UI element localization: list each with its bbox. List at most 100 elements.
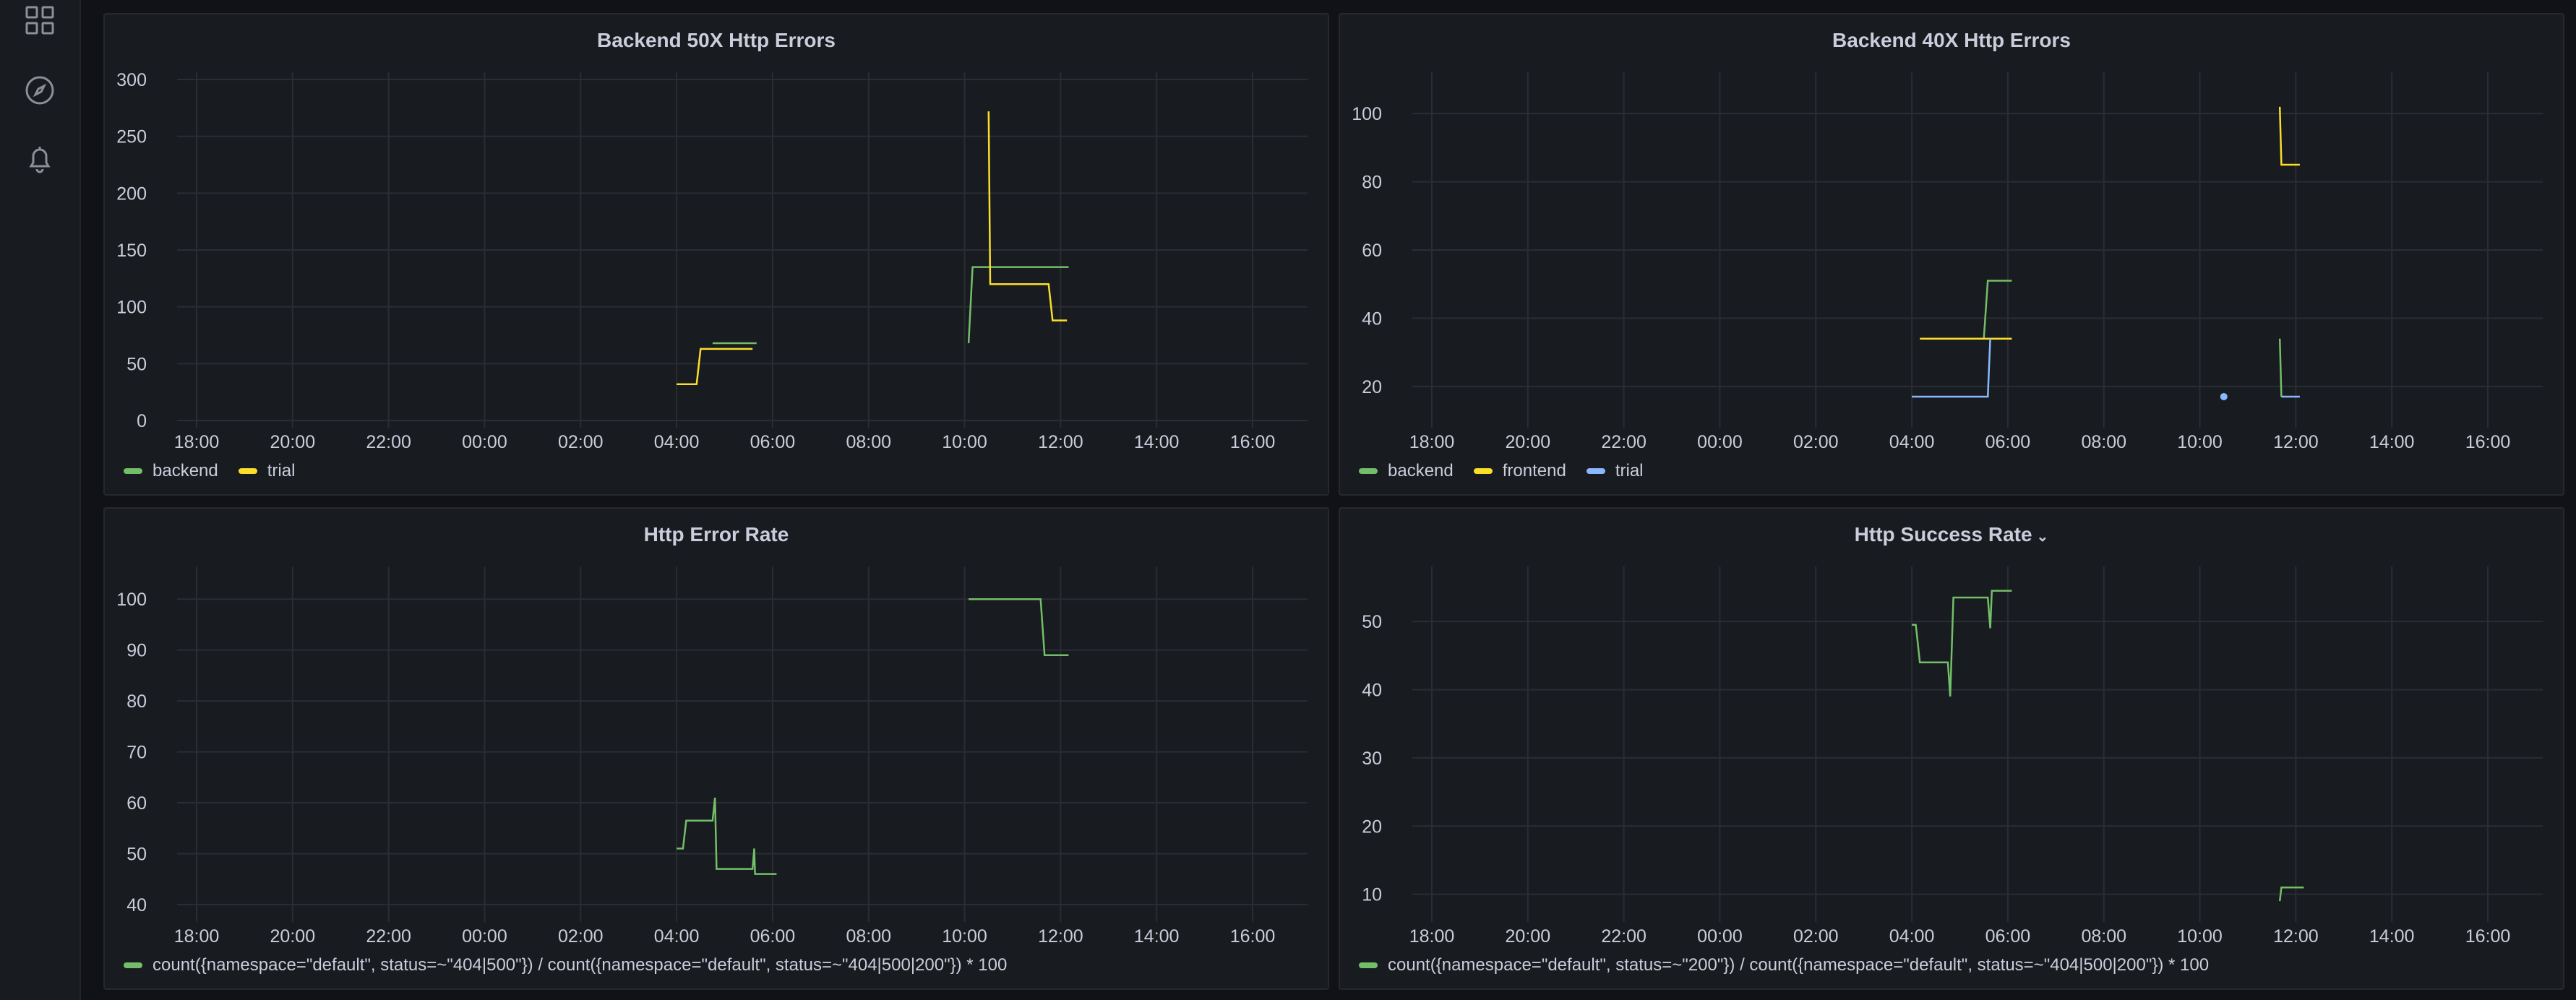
y-tick-label: 20 <box>1362 816 1382 837</box>
y-tick-label: 150 <box>116 241 147 261</box>
dashboards-grid-icon[interactable] <box>24 4 56 36</box>
panel-backend-40x-errors: Backend 40X Http Errors 20 40 60 80 100 18:00… <box>1339 13 2564 496</box>
x-tick-label: 22:00 <box>1601 432 1647 452</box>
legend-item[interactable]: count({namespace="default", status=~"404… <box>124 955 1007 975</box>
side-nav <box>0 0 81 1000</box>
y-tick-label: 40 <box>1362 680 1382 700</box>
x-tick-label: 18:00 <box>174 432 220 452</box>
series-line <box>969 598 1069 656</box>
y-tick-label: 200 <box>116 184 147 204</box>
y-tick-label: 70 <box>126 743 147 763</box>
legend-label: trial <box>267 461 296 480</box>
legend-item[interactable]: backend <box>1359 461 1454 481</box>
panel-http-error-rate: Http Error Rate 40 50 60 70 80 90 100 18:00 20:0… <box>103 507 1329 990</box>
legend-item[interactable]: count({namespace="default", status=~"200… <box>1359 955 2209 975</box>
y-tick-label: 90 <box>126 641 147 661</box>
chart-http-error-rate: 40 50 60 70 80 90 100 18:00 20:00 22:00 00:00 02:00… <box>116 566 1308 947</box>
grid <box>1412 72 2543 428</box>
x-tick-label: 20:00 <box>270 432 316 452</box>
series-line <box>2278 338 2283 397</box>
x-tick-label: 06:00 <box>750 926 796 947</box>
legend: count({namespace="default", status=~"200… <box>1359 955 2209 975</box>
legend-label: backend <box>153 461 218 480</box>
series-line <box>677 797 777 875</box>
series-backend <box>1983 280 2283 397</box>
legend-swatch <box>124 468 142 474</box>
series-trial <box>1912 338 2300 400</box>
grid <box>177 72 1308 428</box>
x-tick-label: 14:00 <box>2369 926 2415 947</box>
x-tick-label: 10:00 <box>2177 432 2223 452</box>
x-tick-label: 14:00 <box>1134 926 1180 947</box>
y-tick-label: 250 <box>116 127 147 147</box>
legend-item[interactable]: backend <box>124 461 218 481</box>
series-backend <box>712 266 1069 345</box>
y-tick-label: 0 <box>137 411 147 431</box>
series-line <box>987 111 1068 322</box>
legend-label: backend <box>1388 461 1454 480</box>
legend-swatch <box>124 962 142 968</box>
y-tick-label: 50 <box>126 844 147 864</box>
x-tick-label: 02:00 <box>558 926 604 947</box>
legend: backend trial <box>124 461 295 481</box>
x-tick-label: 12:00 <box>1038 926 1083 947</box>
y-tick-label: 60 <box>1362 241 1382 261</box>
legend-swatch <box>1359 468 1378 474</box>
legend-item[interactable]: trial <box>1586 461 1644 481</box>
x-tick-label: 04:00 <box>654 432 700 452</box>
x-tick-label: 00:00 <box>462 926 507 947</box>
y-tick-label: 40 <box>126 895 147 915</box>
x-tick-label: 06:00 <box>750 432 796 452</box>
series-line <box>967 266 1069 344</box>
x-tick-label: 08:00 <box>2081 432 2126 452</box>
panel-http-success-rate: Http Success Rate ⌄ 10 20 30 40 50 18:00 20:00 2… <box>1339 507 2564 990</box>
explore-compass-icon[interactable] <box>24 74 56 106</box>
series-line <box>1912 338 1991 398</box>
x-tick-label: 10:00 <box>942 926 987 947</box>
legend-item[interactable]: frontend <box>1473 461 1566 481</box>
chart-backend-50x: 0 50 100 150 200 250 300 18:00 20:00 22:00 00:00 02… <box>116 70 1308 452</box>
y-tick-label: 50 <box>126 354 147 374</box>
panel-backend-50x-errors: Backend 50X Http Errors 0 50 100 150 200 250 3… <box>103 13 1329 496</box>
legend-swatch <box>1586 468 1605 474</box>
y-tick-label: 80 <box>1362 173 1382 193</box>
x-tick-label: 20:00 <box>1506 432 1551 452</box>
x-tick-label: 16:00 <box>2465 926 2511 947</box>
x-tick-label: 22:00 <box>366 926 411 947</box>
legend-swatch <box>1359 962 1378 968</box>
y-tick-label: 60 <box>126 793 147 814</box>
x-tick-label: 06:00 <box>1985 926 2031 947</box>
chart-http-success-rate: 10 20 30 40 50 18:00 20:00 22:00 00:00 02:00 04:00… <box>1362 566 2543 947</box>
x-tick-label: 20:00 <box>270 926 316 947</box>
alerting-bell-icon[interactable] <box>24 143 56 175</box>
legend-label: count({namespace="default", status=~"404… <box>153 955 1008 975</box>
legend-swatch <box>238 468 257 474</box>
x-tick-label: 04:00 <box>1889 432 1935 452</box>
series-line <box>677 348 753 385</box>
y-tick-label: 100 <box>1352 104 1382 124</box>
legend-label: frontend <box>1502 461 1566 480</box>
legend-swatch <box>1473 468 1493 474</box>
series-count-namespace-de <box>1912 590 2304 902</box>
y-tick-label: 30 <box>1362 749 1382 769</box>
series-line <box>1912 590 2012 697</box>
x-tick-label: 14:00 <box>2369 432 2415 452</box>
legend-item[interactable]: trial <box>238 461 296 481</box>
x-tick-label: 12:00 <box>2273 926 2319 947</box>
legend: count({namespace="default", status=~"404… <box>124 955 1007 975</box>
x-tick-label: 20:00 <box>1506 926 1551 947</box>
x-tick-label: 18:00 <box>1409 926 1455 947</box>
x-tick-label: 18:00 <box>174 926 220 947</box>
x-tick-label: 08:00 <box>846 432 891 452</box>
x-tick-label: 16:00 <box>1230 926 1276 947</box>
legend-label: count({namespace="default", status=~"200… <box>1388 955 2210 975</box>
chart-backend-40x: 20 40 60 80 100 18:00 20:00 22:00 00:00 02:00 04:0… <box>1352 72 2543 452</box>
x-tick-label: 16:00 <box>1230 432 1276 452</box>
x-tick-label: 00:00 <box>462 432 507 452</box>
y-tick-label: 300 <box>116 70 147 90</box>
x-tick-label: 12:00 <box>1038 432 1083 452</box>
series-line <box>2278 106 2300 166</box>
x-tick-label: 08:00 <box>2081 926 2126 947</box>
x-tick-label: 14:00 <box>1134 432 1180 452</box>
legend-label: trial <box>1615 461 1644 480</box>
